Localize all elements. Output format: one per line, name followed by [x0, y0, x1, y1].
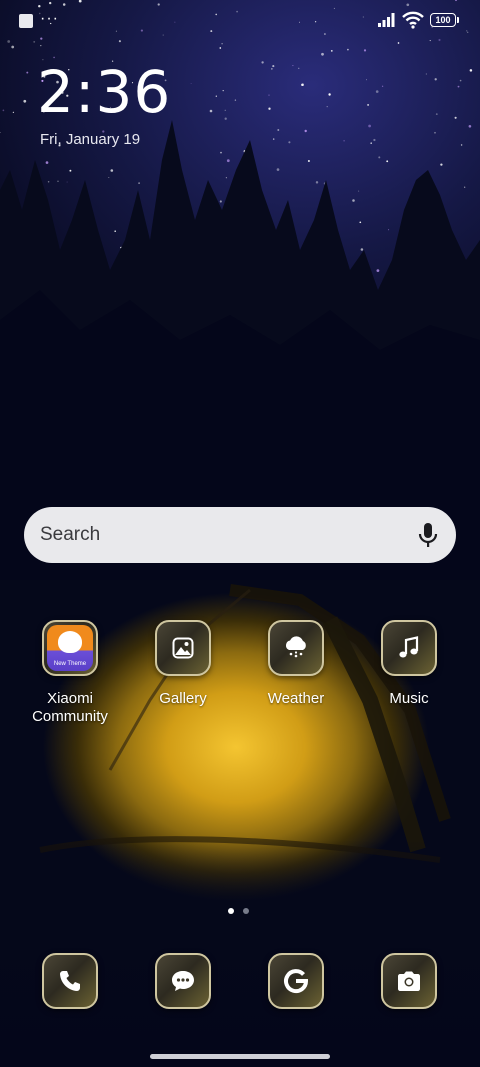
music-icon	[399, 636, 419, 658]
status-bar: ··· 100	[0, 0, 480, 42]
app-tile[interactable]	[155, 953, 211, 1009]
app-tile[interactable]: New Theme	[42, 620, 98, 676]
app-label: Music	[389, 690, 429, 707]
app-label: Gallery	[159, 690, 207, 707]
google-icon	[284, 969, 309, 994]
battery-level: 100	[435, 15, 451, 25]
battery-icon: 100	[430, 13, 456, 27]
weather-icon	[285, 636, 306, 658]
app-tile[interactable]	[268, 953, 324, 1009]
app-tile[interactable]	[42, 953, 98, 1009]
wifi-icon	[402, 11, 424, 29]
search-placeholder: Search	[40, 524, 101, 545]
app-tile[interactable]	[381, 620, 437, 676]
page-indicator	[228, 908, 249, 914]
page-dot-active[interactable]	[228, 908, 234, 914]
dock-google[interactable]	[268, 953, 324, 1009]
app-xiaomi-community[interactable]: New Theme Xiaomi Community	[20, 620, 120, 726]
app-label: Weather	[267, 690, 325, 707]
app-weather[interactable]: Weather	[246, 620, 346, 708]
messages-icon	[172, 971, 194, 991]
battery-tip	[457, 17, 459, 23]
microphone-icon[interactable]	[416, 521, 440, 549]
app-music[interactable]: Music	[359, 620, 459, 708]
clock-date[interactable]: Fri, January 19	[40, 131, 140, 148]
camera-icon	[398, 971, 420, 991]
dock-camera[interactable]	[381, 953, 437, 1009]
page-dot[interactable]	[243, 908, 249, 914]
xiaomi-community-icon: New Theme	[47, 625, 93, 671]
app-tile[interactable]	[268, 620, 324, 676]
clock-time[interactable]: 2:36	[37, 58, 171, 126]
search-bar[interactable]: Search	[24, 507, 456, 563]
dock-messages[interactable]	[155, 953, 211, 1009]
app-tile[interactable]	[381, 953, 437, 1009]
gallery-icon	[172, 637, 194, 659]
signal-icon	[378, 13, 395, 27]
more-notifications-icon: ···	[40, 10, 59, 27]
dock-phone[interactable]	[42, 953, 98, 1009]
home-indicator[interactable]	[150, 1054, 330, 1059]
notification-square-icon	[19, 14, 33, 28]
phone-icon	[60, 971, 80, 991]
app-label: Xiaomi Community	[32, 690, 108, 725]
app-tile[interactable]	[155, 620, 211, 676]
app-gallery[interactable]: Gallery	[133, 620, 233, 708]
